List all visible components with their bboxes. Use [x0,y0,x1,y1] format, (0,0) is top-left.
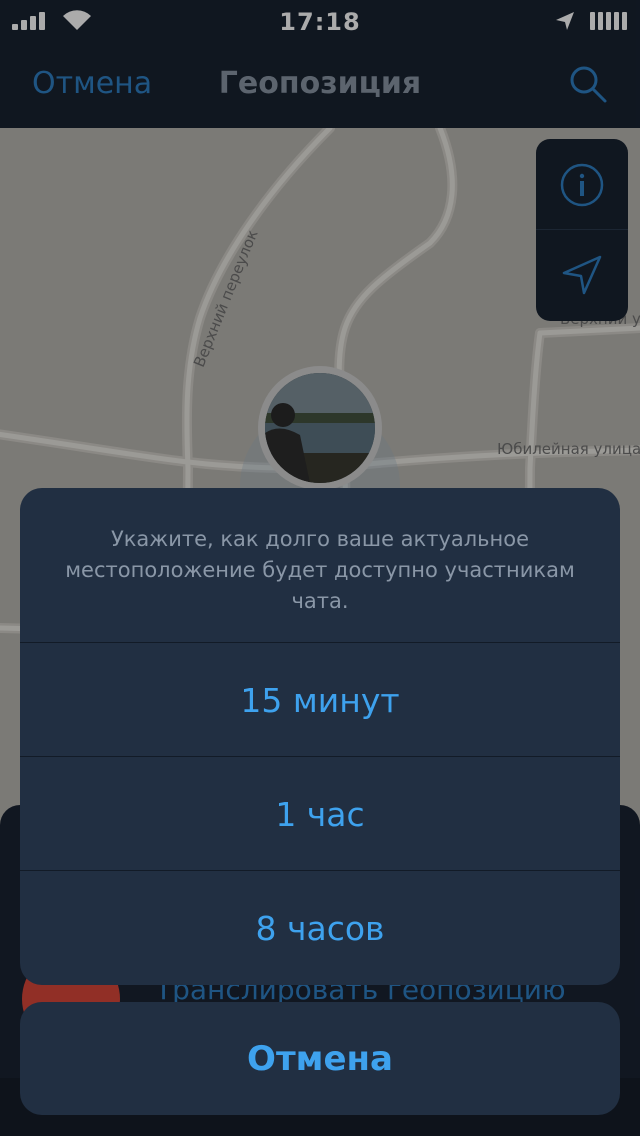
duration-action-sheet: Укажите, как долго ваше актуальное место… [20,488,620,985]
sheet-cancel-button[interactable]: Отмена [20,1002,620,1115]
option-15-minutes[interactable]: 15 минут [20,642,620,757]
sheet-message: Укажите, как долго ваше актуальное место… [65,527,575,613]
option-1-hour[interactable]: 1 час [20,756,620,871]
location-screen: Верхний переулок Юбилейная улица Верхний… [0,0,640,1136]
option-8-hours[interactable]: 8 часов [20,870,620,985]
